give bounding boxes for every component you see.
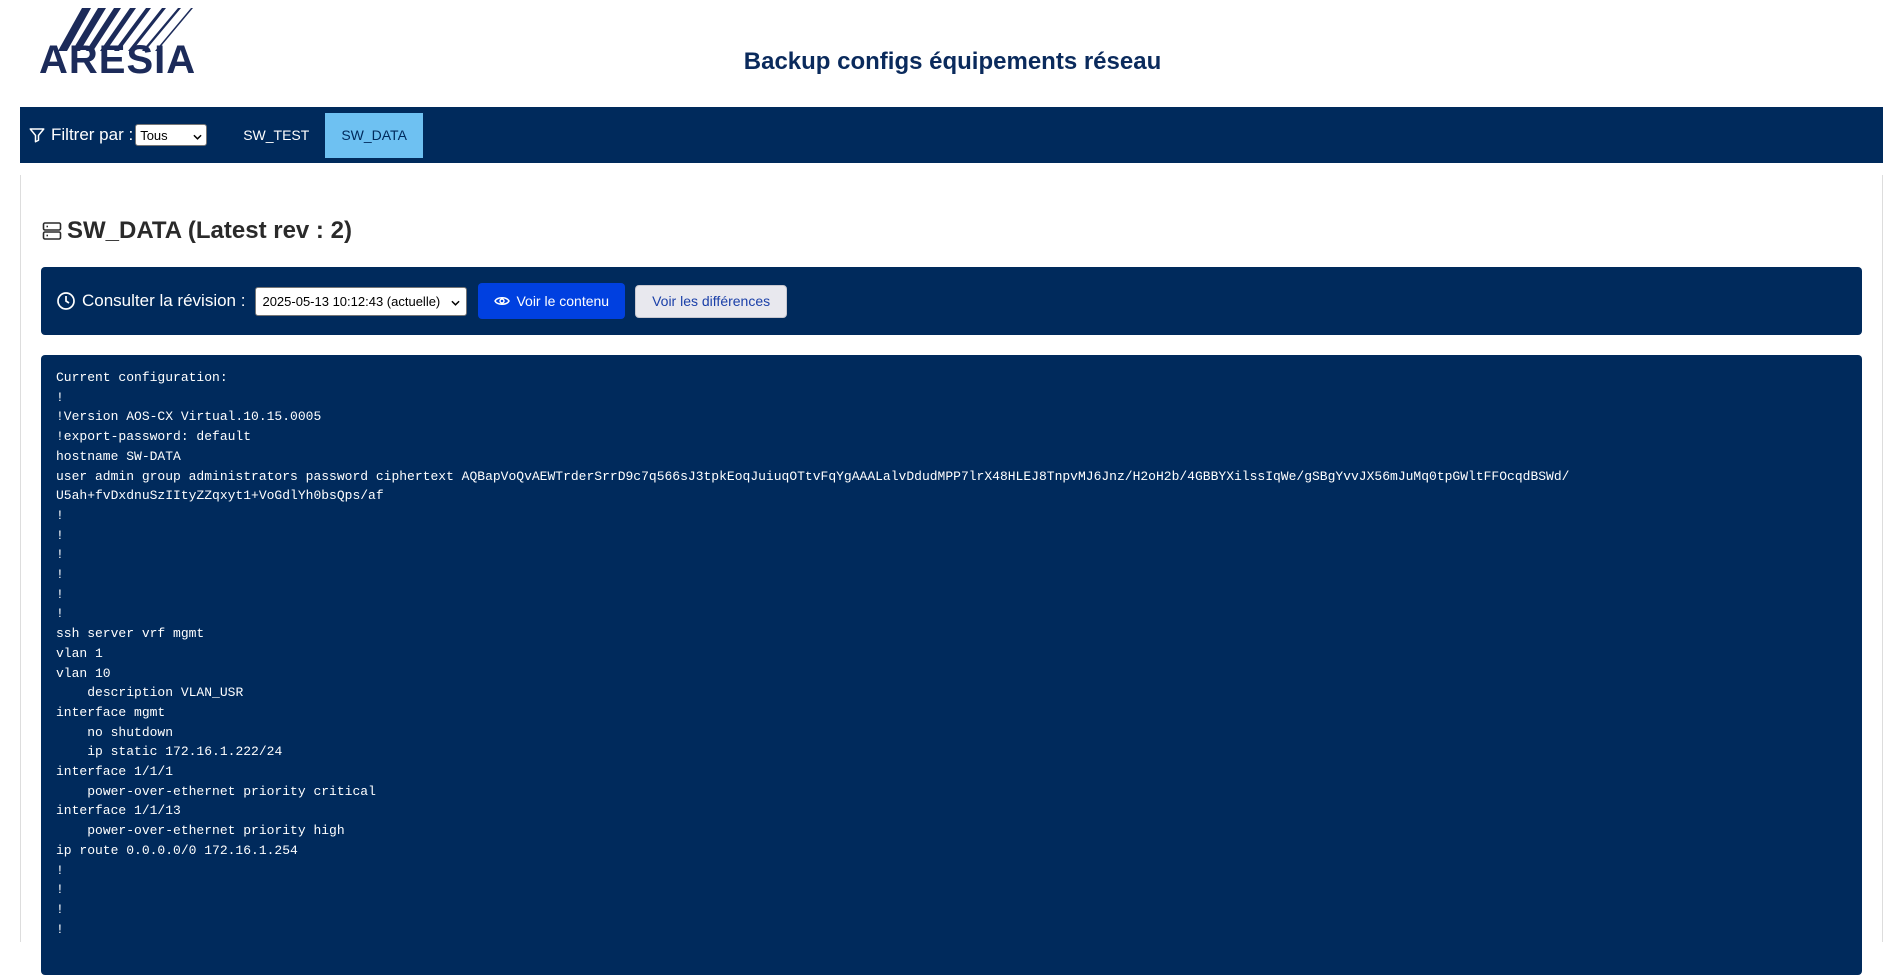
filter-label: Filtrer par : [51, 125, 134, 144]
revision-bar: Consulter la révision : 2025-05-13 10:12… [41, 267, 1862, 335]
tab-label: SW_TEST [243, 127, 310, 143]
tab-sw-data[interactable]: SW_DATA [325, 112, 423, 158]
filter-icon [28, 125, 48, 145]
server-icon [42, 221, 62, 241]
chevron-down-icon [193, 128, 202, 143]
view-content-label: Voir le contenu [516, 293, 610, 309]
clock-icon [56, 291, 76, 311]
config-viewer[interactable]: Current configuration: ! !Version AOS-CX… [41, 355, 1862, 975]
revision-select[interactable]: 2025-05-13 10:12:43 (actuelle) [255, 286, 468, 316]
tab-sw-test[interactable]: SW_TEST [227, 113, 325, 158]
tab-label: SW_DATA [341, 127, 407, 143]
main-content: SW_DATA (Latest rev : 2) Consulter la ré… [20, 175, 1883, 975]
chevron-down-icon [451, 294, 461, 309]
view-diff-button[interactable]: Voir les différences [635, 284, 788, 318]
device-title: SW_DATA (Latest rev : 2) [42, 217, 352, 245]
device-title-text: SW_DATA (Latest rev : 2) [67, 217, 352, 244]
page-title: Backup configs équipements réseau [743, 48, 1162, 75]
filter-select[interactable]: Tous [135, 124, 208, 146]
header: ARESIA Backup configs équipements réseau [0, 0, 1899, 107]
view-diff-label: Voir les différences [652, 293, 771, 309]
view-content-button[interactable]: Voir le contenu [478, 283, 626, 319]
config-content: Current configuration: ! !Version AOS-CX… [56, 370, 1570, 937]
revision-label: Consulter la révision : [82, 291, 246, 310]
filter-select-value: Tous [140, 127, 168, 143]
navbar: Filtrer par : Tous SW_TEST SW_DATA [20, 107, 1883, 163]
revision-select-value: 2025-05-13 10:12:43 (actuelle) [262, 293, 441, 309]
eye-icon [494, 293, 511, 309]
